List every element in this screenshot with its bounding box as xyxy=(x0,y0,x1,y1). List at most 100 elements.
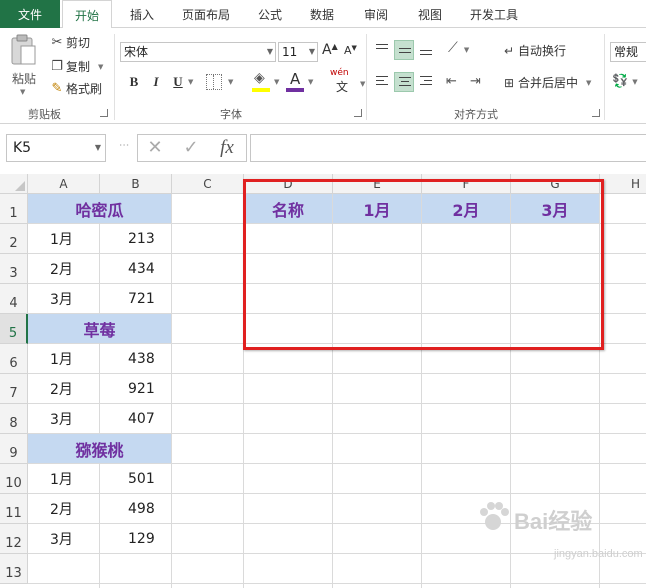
row-header-12[interactable]: 12 xyxy=(0,524,28,554)
value-cell[interactable]: 921 xyxy=(100,374,172,404)
column-header-b[interactable]: B xyxy=(100,174,172,194)
orientation-button[interactable]: ⟋ ▼ xyxy=(448,40,469,56)
wrap-text-button[interactable]: ↵ 自动换行 xyxy=(500,42,566,59)
paste-button[interactable]: 粘贴 ▼ xyxy=(6,34,40,96)
month-cell[interactable]: 2月 xyxy=(28,254,100,284)
target-header-jan[interactable]: 1月 xyxy=(333,194,422,224)
accounting-format-button[interactable]: 💱 ▼ xyxy=(612,74,638,89)
cancel-icon[interactable]: ✕ xyxy=(140,135,170,161)
enter-icon[interactable]: ✓ xyxy=(176,135,206,161)
tab-developer[interactable]: 开发工具 xyxy=(464,0,524,28)
chevron-down-icon[interactable]: ▼ xyxy=(95,135,101,161)
fill-color-dropdown-icon[interactable]: ▼ xyxy=(274,78,279,86)
month-cell[interactable]: 3月 xyxy=(28,524,100,554)
row-header-11[interactable]: 11 xyxy=(0,494,28,524)
font-name-select[interactable]: 宋体 ▼ xyxy=(120,42,276,62)
formula-input[interactable] xyxy=(250,134,646,162)
increase-indent-button[interactable]: ⇥ xyxy=(470,74,481,89)
italic-button[interactable]: I xyxy=(146,72,166,92)
month-cell[interactable]: 1月 xyxy=(28,224,100,254)
row-header-7[interactable]: 7 xyxy=(0,374,28,404)
month-cell[interactable]: 1月 xyxy=(28,344,100,374)
copy-button[interactable]: ❐ 复制 ▼ xyxy=(48,58,103,75)
merged-header-cell[interactable]: 草莓 xyxy=(28,314,172,344)
fill-color-button[interactable]: ◈ xyxy=(252,70,272,92)
borders-dropdown-icon[interactable]: ▼ xyxy=(228,78,233,86)
merged-header-cell[interactable]: 哈密瓜 xyxy=(28,194,172,224)
underline-dropdown-icon[interactable]: ▼ xyxy=(188,78,193,86)
row-header-8[interactable]: 8 xyxy=(0,404,28,434)
underline-button[interactable]: U xyxy=(168,72,188,92)
phonetic-dropdown-icon[interactable]: ▼ xyxy=(360,80,365,88)
target-header-feb[interactable]: 2月 xyxy=(422,194,511,224)
target-header-name[interactable]: 名称 xyxy=(244,194,333,224)
value-cell[interactable]: 434 xyxy=(100,254,172,284)
column-header-e[interactable]: E xyxy=(333,174,422,194)
drag-handle-icon[interactable]: ⋮ xyxy=(118,140,129,151)
name-box[interactable]: K5 ▼ xyxy=(6,134,106,162)
phonetic-button[interactable]: wén 文 xyxy=(330,68,358,94)
month-cell[interactable]: 1月 xyxy=(28,464,100,494)
align-left-button[interactable] xyxy=(372,72,392,92)
borders-button[interactable] xyxy=(206,74,222,90)
tab-view[interactable]: 视图 xyxy=(412,0,448,28)
column-header-h[interactable]: H xyxy=(600,174,646,194)
align-middle-button[interactable] xyxy=(394,40,414,60)
align-top-button[interactable] xyxy=(372,40,392,60)
row-header-5[interactable]: 5 xyxy=(0,314,28,344)
value-cell[interactable]: 213 xyxy=(100,224,172,254)
tab-formulas[interactable]: 公式 xyxy=(252,0,288,28)
tab-data[interactable]: 数据 xyxy=(304,0,340,28)
clipboard-launcher-icon[interactable] xyxy=(100,109,108,117)
tab-review[interactable]: 审阅 xyxy=(358,0,394,28)
row-header-9[interactable]: 9 xyxy=(0,434,28,464)
shrink-font-button[interactable]: A ▼ xyxy=(344,44,357,58)
column-header-c[interactable]: C xyxy=(172,174,244,194)
month-cell[interactable]: 2月 xyxy=(28,494,100,524)
row-header-3[interactable]: 3 xyxy=(0,254,28,284)
month-cell[interactable]: 3月 xyxy=(28,284,100,314)
month-cell[interactable]: 2月 xyxy=(28,374,100,404)
grow-font-button[interactable]: A ▲ xyxy=(322,42,338,59)
row-header-10[interactable]: 10 xyxy=(0,464,28,494)
alignment-launcher-icon[interactable] xyxy=(592,109,600,117)
insert-function-icon[interactable]: fx xyxy=(212,135,242,161)
tab-insert[interactable]: 插入 xyxy=(124,0,160,28)
merge-dropdown-icon[interactable]: ▼ xyxy=(586,79,591,87)
column-header-g[interactable]: G xyxy=(511,174,600,194)
value-cell[interactable]: 129 xyxy=(100,524,172,554)
column-header-d[interactable]: D xyxy=(244,174,333,194)
decrease-indent-button[interactable]: ⇤ xyxy=(446,74,457,89)
number-format-select[interactable]: 常规 xyxy=(610,42,646,62)
cut-button[interactable]: ✂ 剪切 xyxy=(48,34,90,51)
row-header-4[interactable]: 4 xyxy=(0,284,28,314)
target-header-mar[interactable]: 3月 xyxy=(511,194,600,224)
tab-page-layout[interactable]: 页面布局 xyxy=(176,0,236,28)
tab-file[interactable]: 文件 xyxy=(0,0,60,28)
font-color-dropdown-icon[interactable]: ▼ xyxy=(308,78,313,86)
align-bottom-button[interactable] xyxy=(416,40,436,60)
align-center-button[interactable] xyxy=(394,72,414,92)
value-cell[interactable]: 501 xyxy=(100,464,172,494)
select-all-button[interactable] xyxy=(0,174,28,194)
row-header-2[interactable]: 2 xyxy=(0,224,28,254)
tab-home[interactable]: 开始 xyxy=(62,0,112,29)
bold-button[interactable]: B xyxy=(124,72,144,92)
column-header-a[interactable]: A xyxy=(28,174,100,194)
font-launcher-icon[interactable] xyxy=(354,109,362,117)
font-color-button[interactable]: A xyxy=(286,70,306,92)
row-header-13[interactable]: 13 xyxy=(0,554,28,584)
font-size-select[interactable]: 11 ▼ xyxy=(278,42,318,62)
copy-dropdown-icon[interactable]: ▼ xyxy=(98,63,103,71)
merged-header-cell[interactable]: 猕猴桃 xyxy=(28,434,172,464)
merge-center-button[interactable]: ⊞ 合并后居中 ▼ xyxy=(500,74,591,91)
value-cell[interactable]: 407 xyxy=(100,404,172,434)
row-header-1[interactable]: 1 xyxy=(0,194,28,224)
align-right-button[interactable] xyxy=(416,72,436,92)
value-cell[interactable]: 498 xyxy=(100,494,172,524)
format-painter-button[interactable]: ✎ 格式刷 xyxy=(48,80,102,97)
row-header-6[interactable]: 6 xyxy=(0,344,28,374)
value-cell[interactable]: 438 xyxy=(100,344,172,374)
value-cell[interactable]: 721 xyxy=(100,284,172,314)
column-header-f[interactable]: F xyxy=(422,174,511,194)
